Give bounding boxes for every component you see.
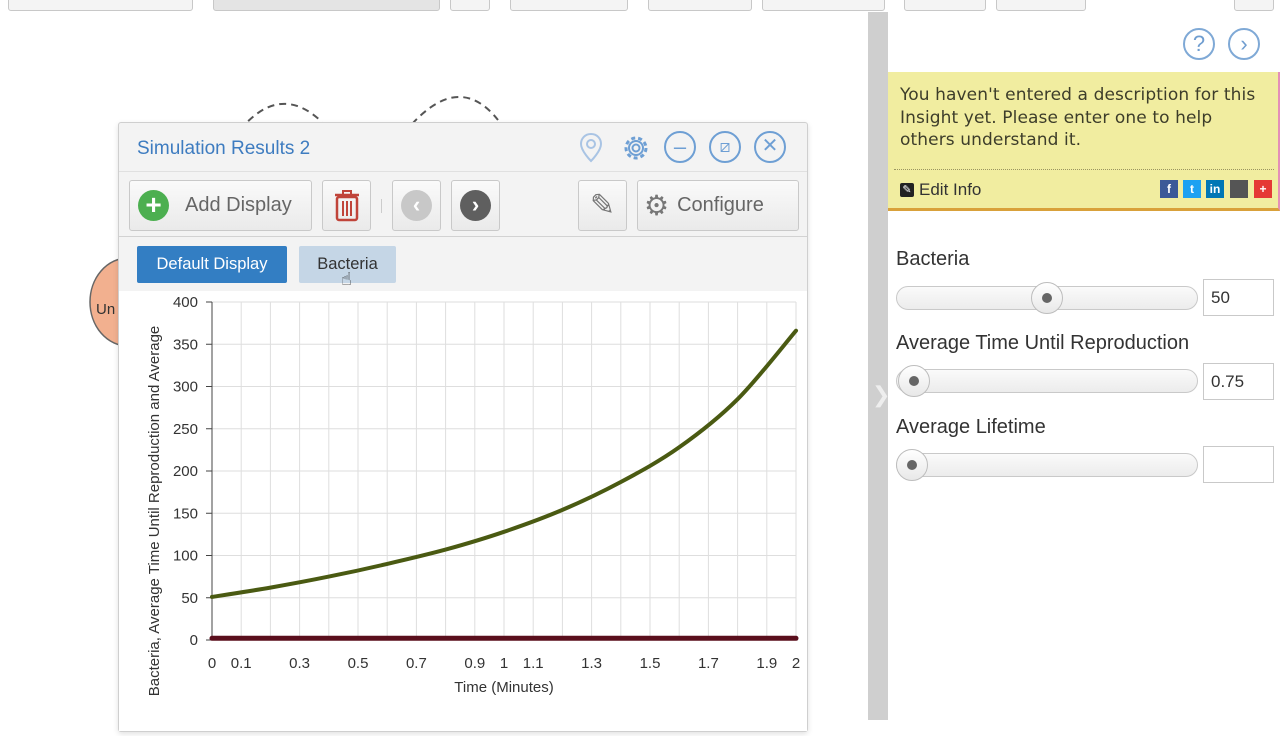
toolbar-button-2[interactable] [450,0,490,11]
y-tick-label: 350 [173,336,198,353]
y-tick-label: 200 [173,463,198,480]
add-share-icon[interactable]: + [1254,180,1272,198]
toolbar-button-7[interactable] [996,0,1086,11]
simulation-toolbar: + Add Display ‹ › ✎ ⚙ Configure [119,171,807,237]
param-label-bacteria: Bacteria [896,248,970,270]
add-display-button[interactable]: + Add Display [129,180,312,231]
param-label-reproduction: Average Time Until Reproduction [896,332,1190,354]
insight-description-note: You haven't entered a description for th… [888,72,1280,211]
toolbar-button-6[interactable] [904,0,986,11]
bacteria-value-input[interactable] [1203,279,1274,316]
hand-cursor-icon: ☝ [341,269,352,289]
previous-button[interactable]: ‹ [392,180,441,231]
edit-button[interactable]: ✎ [578,180,627,231]
x-tick-label: 1.3 [581,655,602,672]
twitter-icon[interactable]: t [1183,180,1201,198]
next-button[interactable]: › [451,180,500,231]
top-toolbar [0,0,1280,12]
chevron-right-circle-icon[interactable]: › [1228,28,1260,60]
menu-button[interactable] [1234,0,1274,11]
toolbar-button-5[interactable] [762,0,885,11]
toolbar-button-1[interactable] [8,0,193,11]
tab-default-display[interactable]: Default Display [137,246,287,283]
stock-node-label[interactable]: Un [96,301,115,318]
y-tick-label: 250 [173,421,198,438]
y-axis-label: Bacteria, Average Time Until Reproductio… [146,326,163,697]
x-tick-label: 0.3 [289,655,310,672]
x-tick-label: 0.1 [231,655,252,672]
lifetime-value-input[interactable] [1203,446,1274,483]
x-tick-label: 1.7 [698,655,719,672]
edit-info-label: Edit Info [919,180,982,199]
results-chart: 0 50 100 150 200 250 300 350 400 0 0.1 0.3 0.5 0.7 0.9… [119,291,807,731]
chevron-right-icon: › [460,190,491,221]
y-tick-label: 0 [190,632,198,649]
x-tick-label: 1.5 [640,655,661,672]
slider-handle[interactable] [1031,282,1063,314]
x-tick-label: 0.9 [464,655,485,672]
param-label-lifetime: Average Lifetime [896,416,1046,438]
x-tick-label: 0 [208,655,216,672]
y-tick-label: 100 [173,548,198,565]
toolbar-button-3[interactable] [510,0,628,11]
edit-info-button[interactable]: ✎ Edit Info [900,180,981,200]
toolbar-button-4[interactable] [648,0,752,11]
y-tick-label: 400 [173,294,198,311]
linkedin-icon[interactable]: in [1206,180,1224,198]
minimize-icon[interactable]: – [664,131,696,163]
x-tick-label: 2 [792,655,800,672]
toolbar-button-group[interactable] [213,0,440,11]
slider-handle[interactable] [896,449,928,481]
y-tick-label: 50 [181,590,198,607]
panel-splitter[interactable]: ❯ [868,12,890,720]
gears-icon: ⚙ [644,190,670,221]
dashed-link [411,96,499,125]
x-tick-label: 0.7 [406,655,427,672]
y-tick-label: 300 [173,379,198,396]
simulation-results-window: Simulation Results 2 – ⧄ ✕ + Add Display… [118,122,808,732]
x-tick-label: 0.5 [348,655,369,672]
reproduction-value-input[interactable] [1203,363,1274,400]
slider-bacteria[interactable] [896,282,1198,314]
configure-label: Configure [677,194,764,216]
insight-description-text: You haven't entered a description for th… [900,85,1256,150]
configure-button[interactable]: ⚙ Configure [637,180,799,231]
divider [894,169,1274,170]
slider-lifetime[interactable] [896,449,1198,481]
x-axis-label: Time (Minutes) [454,679,553,696]
delete-button[interactable] [322,180,371,231]
maximize-icon[interactable]: ⧄ [709,131,741,163]
chevron-left-icon: ‹ [401,190,432,221]
x-tick-label: 1.9 [756,655,777,672]
x-tick-label: 1 [500,655,508,672]
slider-reproduction[interactable] [896,365,1198,397]
x-tick-label: 1.1 [523,655,544,672]
gear-icon[interactable] [619,131,651,163]
add-display-label: Add Display [185,194,292,216]
trash-icon [334,189,359,221]
pin-icon[interactable] [575,131,607,163]
facebook-icon[interactable]: f [1160,180,1178,198]
window-title: Simulation Results 2 [137,138,311,159]
edit-pencil-icon: ✎ [900,183,914,197]
divider [381,199,382,213]
slider-handle[interactable] [898,365,930,397]
pencil-icon: ✎ [589,189,616,222]
embed-icon[interactable] [1230,180,1248,198]
y-tick-label: 150 [173,505,198,522]
help-icon[interactable]: ? [1183,28,1215,60]
insight-panel: ? › You haven't entered a description fo… [888,12,1280,720]
chart-plot: 0 50 100 150 200 250 300 350 400 0 0.1 0.3 0.5 0.7 0.9… [146,294,800,697]
close-icon[interactable]: ✕ [754,131,786,163]
plus-circle-icon: + [138,190,169,221]
